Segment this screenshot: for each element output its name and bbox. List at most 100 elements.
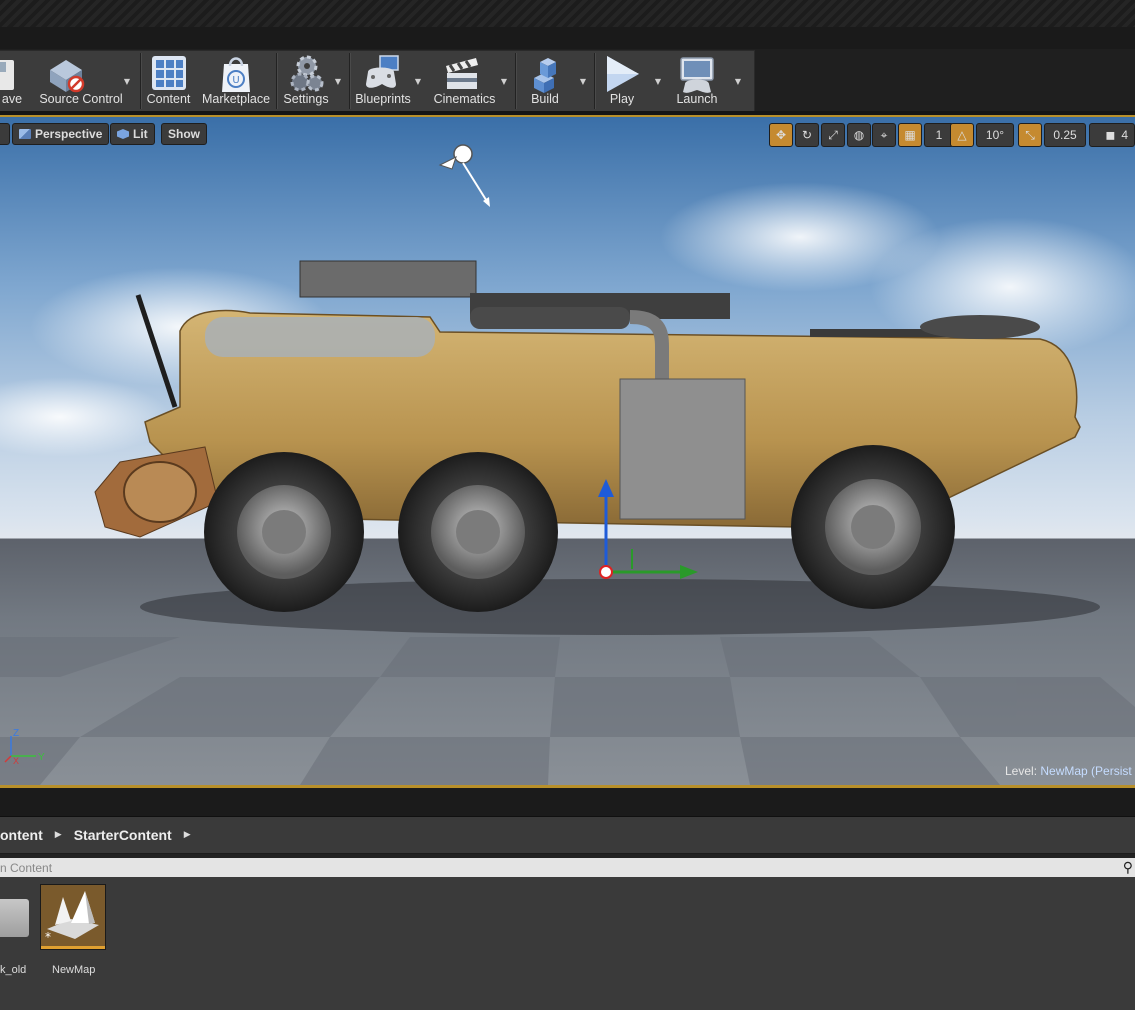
build-button[interactable]: Build ▼ (516, 51, 594, 111)
settings-icon (290, 55, 324, 92)
main-toolbar: ave Source Control ▼ Content U Marketpla… (0, 50, 755, 112)
camera-speed-button[interactable]: ◼ 4 (1089, 123, 1135, 147)
scale-snap-value[interactable]: 0.25 (1044, 123, 1086, 147)
perspective-button[interactable]: Perspective (12, 123, 110, 145)
play-label: Play (609, 92, 635, 106)
launch-dropdown-icon[interactable]: ▼ (735, 77, 741, 86)
blueprints-dropdown-icon[interactable]: ▼ (415, 77, 421, 86)
play-button[interactable]: Play ▼ (595, 51, 667, 111)
content-button[interactable]: Content (141, 51, 196, 111)
rotation-snap-button[interactable]: △ (950, 123, 974, 147)
camera-speed-value: 4 (1121, 128, 1128, 142)
lit-button[interactable]: Lit (110, 123, 155, 145)
tab-strip (0, 27, 1135, 50)
floor-grid (0, 637, 1135, 785)
grid-icon: ▦ (904, 128, 916, 142)
content-search-input[interactable]: n Content ⚲ (0, 858, 1135, 877)
cinematics-button[interactable]: Cinematics ▼ (428, 51, 515, 111)
svg-text:*: * (45, 930, 51, 943)
breadcrumb-arrow-icon[interactable]: ▶ (184, 830, 191, 840)
vehicle-exhaust-pipe (470, 307, 630, 329)
marketplace-icon: U (222, 57, 250, 92)
search-placeholder: n Content (0, 860, 53, 875)
asset-label: NewMap (52, 964, 96, 976)
level-viewport[interactable] (0, 117, 1135, 785)
scale-snap-group: ⤡ 0.25 (1018, 123, 1086, 147)
build-icon (534, 58, 556, 93)
build-dropdown-icon[interactable]: ▼ (580, 77, 586, 86)
vehicle-side-panel (619, 378, 746, 520)
build-label: Build (531, 92, 559, 106)
breadcrumb: ontent ▶ StarterContent ▶ (0, 817, 1135, 854)
globe-icon: ◍ (853, 128, 865, 142)
surface-snap-button[interactable]: ⌖ (872, 123, 896, 147)
perspective-label: Perspective (35, 127, 103, 141)
world-space-button[interactable]: ◍ (847, 123, 871, 147)
show-button[interactable]: Show (161, 123, 207, 145)
lit-label: Lit (133, 127, 148, 141)
cinematics-label: Cinematics (433, 92, 496, 106)
content-label: Content (146, 92, 191, 106)
breadcrumb-arrow-icon[interactable]: ▶ (55, 830, 62, 840)
launch-label: Launch (676, 92, 718, 106)
rotation-snap-value[interactable]: 10° (976, 123, 1014, 147)
vehicle-wheel (204, 452, 364, 612)
vehicle-headlight (123, 461, 197, 523)
cinematics-dropdown-icon[interactable]: ▼ (501, 77, 507, 86)
level-indicator: Level: NewMap (Persist (1005, 764, 1132, 778)
settings-label: Settings (283, 92, 329, 106)
scale-icon: ⤢ (828, 127, 838, 142)
vehicle-roof-box (299, 260, 477, 298)
axis-indicator: Z Y X (4, 728, 45, 766)
blueprints-button[interactable]: Blueprints ▼ (350, 51, 428, 111)
breadcrumb-starter-content[interactable]: StarterContent (74, 827, 172, 843)
content-browser-tab-strip (0, 788, 1135, 817)
source-control-icon (50, 60, 85, 93)
translate-tool-button[interactable]: ✥ (769, 123, 793, 147)
viewport-scene (0, 144, 1135, 785)
cloud (0, 377, 170, 457)
save-button[interactable]: ave (0, 51, 24, 111)
asset-grid: k_old * NewMap (0, 877, 1135, 1010)
axis-z-label: Z (13, 728, 19, 739)
translate-icon: ✥ (775, 128, 787, 142)
scale-snap-button[interactable]: ⤡ (1018, 123, 1042, 147)
vehicle-wheel (398, 452, 558, 612)
viewport-transform-tools: ✥ ↻ ⤢ ◍ (769, 123, 871, 147)
grid-snap-group: ⌖ ▦ 1 (872, 123, 954, 147)
settings-dropdown-icon[interactable]: ▼ (335, 77, 341, 86)
search-icon[interactable]: ⚲ (1123, 859, 1133, 876)
scale-snap-value-label: 0.25 (1053, 128, 1077, 142)
level-name: NewMap (Persist (1040, 764, 1132, 778)
scale-tool-button[interactable]: ⤢ (821, 123, 845, 147)
perspective-icon (19, 129, 31, 139)
marketplace-button[interactable]: U Marketplace (196, 51, 276, 111)
cinematics-icon (446, 58, 478, 89)
rotation-snap-value-label: 10° (985, 128, 1005, 142)
asset-folder[interactable] (0, 885, 30, 951)
settings-button[interactable]: Settings ▼ (277, 51, 349, 111)
breadcrumb-content[interactable]: ontent (0, 827, 43, 843)
play-dropdown-icon[interactable]: ▼ (655, 77, 661, 86)
blueprints-label: Blueprints (355, 92, 411, 106)
directional-light-icon[interactable] (438, 144, 490, 207)
source-control-label: Source Control (39, 92, 123, 106)
title-bar (0, 0, 1135, 27)
blueprints-icon (366, 55, 399, 88)
rotate-tool-button[interactable]: ↻ (795, 123, 819, 147)
source-control-button[interactable]: Source Control ▼ (24, 51, 140, 111)
launch-icon (680, 57, 714, 93)
surface-snap-icon: ⌖ (880, 127, 888, 142)
asset-newmap[interactable]: * (40, 884, 106, 950)
camera-icon: ◼ (1105, 128, 1116, 142)
asset-label: k_old (0, 964, 27, 976)
lit-icon (117, 129, 129, 139)
level-label: Level: (1005, 764, 1038, 778)
launch-button[interactable]: Launch ▼ (667, 51, 749, 111)
content-icon (151, 56, 186, 90)
vehicle-hatch (920, 315, 1040, 339)
source-control-dropdown-icon[interactable]: ▼ (124, 77, 130, 86)
viewport-options-button[interactable] (0, 123, 10, 145)
marketplace-label: Marketplace (201, 92, 271, 106)
grid-snap-button[interactable]: ▦ (898, 123, 922, 147)
